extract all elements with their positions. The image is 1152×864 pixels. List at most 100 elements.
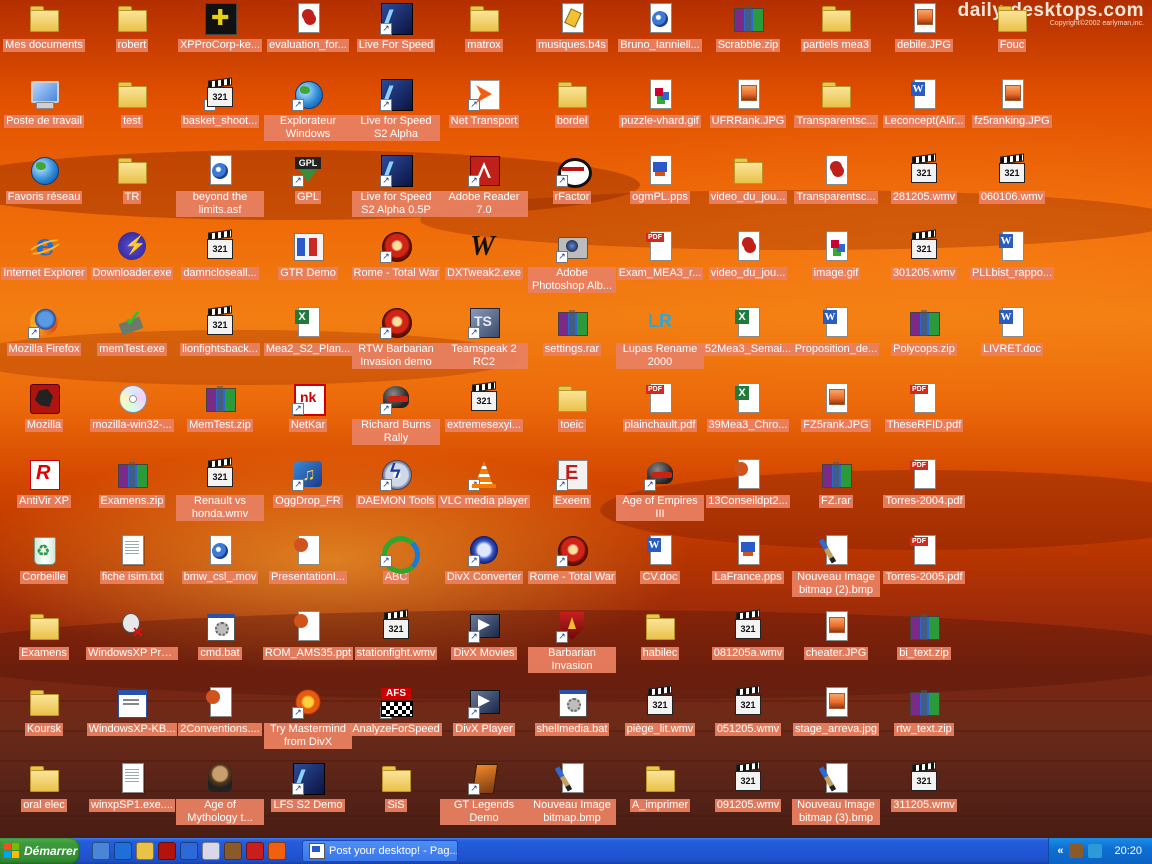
desktop-icon[interactable]: Scrabble.zip: [704, 0, 792, 72]
desktop-icon[interactable]: toeic: [528, 380, 616, 452]
desktop-icon[interactable]: LIVRET.doc: [968, 304, 1056, 376]
desktop-icon[interactable]: Examens: [0, 608, 88, 680]
desktop-icon[interactable]: Exam_MEA3_r...: [616, 228, 704, 300]
quick-launch-desktop-icon[interactable]: [92, 842, 110, 860]
desktop-icon[interactable]: Renault vs honda.wmv: [176, 456, 264, 528]
quick-launch-media-player-icon[interactable]: [180, 842, 198, 860]
desktop-icon[interactable]: piège_lit.wmv: [616, 684, 704, 756]
desktop-icon[interactable]: Examens.zip: [88, 456, 176, 528]
desktop-icon[interactable]: debile.JPG: [880, 0, 968, 72]
desktop-icon[interactable]: DXTweak2.exe: [440, 228, 528, 300]
desktop-icon[interactable]: Corbeille: [0, 532, 88, 604]
desktop-icon[interactable]: fz5ranking.JPG: [968, 76, 1056, 148]
desktop-icon[interactable]: damncloseall...: [176, 228, 264, 300]
desktop-icon[interactable]: Lupas Rename 2000: [616, 304, 704, 376]
desktop-icon[interactable]: 13Conseildpt2...: [704, 456, 792, 528]
desktop-icon[interactable]: Mozilla: [0, 380, 88, 452]
desktop-icon[interactable]: extremesexyi...: [440, 380, 528, 452]
desktop-icon[interactable]: ↗ DAEMON Tools: [352, 456, 440, 528]
desktop-icon[interactable]: Koursk: [0, 684, 88, 756]
desktop-icon[interactable]: ↗ Live For Speed: [352, 0, 440, 72]
desktop-icon[interactable]: ↗ Rome - Total War: [351, 228, 441, 300]
desktop-icon[interactable]: ROM_AMS35.ppt: [262, 608, 354, 680]
desktop-icon[interactable]: WindowsXP Product K...: [86, 608, 178, 680]
desktop-icon[interactable]: ↗ Teamspeak 2 RC2: [440, 304, 528, 376]
desktop-icon[interactable]: 39Mea3_Chro...: [704, 380, 792, 452]
desktop-icon[interactable]: PresentationI...: [264, 532, 352, 604]
desktop-icon[interactable]: ↗ ABC: [352, 532, 440, 604]
desktop-icon[interactable]: Mea2_S2_Plan...: [263, 304, 353, 376]
desktop-icon[interactable]: ↗ Mozilla Firefox: [0, 304, 88, 376]
desktop-icon[interactable]: ↗ Age of Empires III: [616, 456, 704, 528]
desktop-icon[interactable]: plainchault.pdf: [616, 380, 704, 452]
clock[interactable]: 20:20: [1108, 845, 1142, 857]
desktop-icon[interactable]: oral elec: [0, 760, 88, 832]
desktop-icon[interactable]: ↗ LFS S2 Demo: [264, 760, 352, 832]
desktop-icon[interactable]: bmw_csl_.mov: [176, 532, 264, 604]
desktop-icon[interactable]: Fouc: [968, 0, 1056, 72]
desktop-icon[interactable]: TheseRFID.pdf: [880, 380, 968, 452]
desktop-icon[interactable]: ↗ Adobe Photoshop Alb...: [528, 228, 616, 300]
tray-expand-button[interactable]: «: [1057, 845, 1063, 857]
desktop-icon[interactable]: 060106.wmv: [968, 152, 1056, 224]
desktop-icon[interactable]: ↗ DivX Converter: [440, 532, 528, 604]
desktop-icon[interactable]: ↗ Live for Speed S2 Alpha 0.5P: [352, 152, 440, 224]
desktop-icon[interactable]: Transparentsc...: [792, 152, 880, 224]
desktop-icon[interactable]: cmd.bat: [176, 608, 264, 680]
desktop-icon[interactable]: musiques.b4s: [528, 0, 616, 72]
desktop-icon[interactable]: video_du_jou...: [704, 152, 792, 224]
desktop-icon[interactable]: ↗ VLC media player: [438, 456, 530, 528]
desktop-icon[interactable]: ↗ OggDrop_FR: [264, 456, 352, 528]
desktop-icon[interactable]: video_du_jou...: [704, 228, 792, 300]
desktop-icon[interactable]: ↗ Rome - Total War: [527, 532, 617, 604]
desktop-icon[interactable]: CV.doc: [616, 532, 704, 604]
desktop-icon[interactable]: settings.rar: [528, 304, 616, 376]
desktop-icon[interactable]: ↗ Richard Burns Rally: [352, 380, 440, 452]
desktop-icon[interactable]: mozilla-win32-...: [88, 380, 176, 452]
desktop-icon[interactable]: ↗ DivX Movies: [440, 608, 528, 680]
task-button-browser[interactable]: Post your desktop! - Pag...: [302, 840, 458, 862]
desktop-icon[interactable]: 051205.wmv: [704, 684, 792, 756]
desktop-icon[interactable]: ↗ rFactor: [528, 152, 616, 224]
quick-launch-disc-icon[interactable]: [202, 842, 220, 860]
desktop-icon[interactable]: WindowsXP-KB...: [86, 684, 178, 756]
desktop-icon[interactable]: A_imprimer: [616, 760, 704, 832]
desktop-icon[interactable]: ↗ AnalyzeForSpeed: [350, 684, 442, 756]
desktop-icon[interactable]: ↗ NetKar: [264, 380, 352, 452]
desktop-icon[interactable]: FZ5rank.JPG: [792, 380, 880, 452]
desktop-icon[interactable]: Nouveau Image bitmap (2).bmp: [792, 532, 880, 604]
start-button[interactable]: Démarrer: [0, 838, 80, 864]
desktop-icon[interactable]: Favoris réseau: [0, 152, 88, 224]
desktop-icon[interactable]: 52Mea3_Semai...: [702, 304, 794, 376]
quick-launch-warrior-icon[interactable]: [224, 842, 242, 860]
desktop-icon[interactable]: XPProCorp-ke...: [176, 0, 264, 72]
desktop-icon[interactable]: Downloader.exe: [88, 228, 176, 300]
desktop-icon[interactable]: 081205a.wmv: [704, 608, 792, 680]
desktop-icon[interactable]: ↗ basket_shoot...: [176, 76, 264, 148]
desktop-icon[interactable]: test: [88, 76, 176, 148]
desktop-icon[interactable]: robert: [88, 0, 176, 72]
quick-launch-net-transport-icon[interactable]: [268, 842, 286, 860]
desktop-icon[interactable]: beyond the limits.asf: [176, 152, 264, 224]
desktop-icon[interactable]: ↗ Exeem: [528, 456, 616, 528]
desktop-icon[interactable]: FZ.rar: [792, 456, 880, 528]
desktop-icon[interactable]: bordel: [528, 76, 616, 148]
quick-launch-folder-icon[interactable]: [136, 842, 154, 860]
desktop-icon[interactable]: Internet Explorer: [0, 228, 88, 300]
desktop-icon[interactable]: Poste de travail: [0, 76, 88, 148]
desktop-icon[interactable]: matrox: [440, 0, 528, 72]
desktop-icon[interactable]: fiche isim.txt: [88, 532, 176, 604]
desktop-icon[interactable]: image.gif: [792, 228, 880, 300]
desktop-icon[interactable]: stationfight.wmv: [352, 608, 440, 680]
desktop-icon[interactable]: Age of Mythology t...: [176, 760, 264, 832]
tray-warrior-icon[interactable]: [1069, 844, 1084, 858]
desktop-icon[interactable]: SiS: [352, 760, 440, 832]
desktop-icon[interactable]: ↗ GPL: [264, 152, 352, 224]
desktop-icon[interactable]: ↗ Net Transport: [440, 76, 528, 148]
desktop-icon[interactable]: habilec: [616, 608, 704, 680]
desktop-icon[interactable]: ↗ Explorateur Windows: [264, 76, 352, 148]
desktop-icon[interactable]: ↗ GT Legends Demo: [440, 760, 528, 832]
desktop-icon[interactable]: UFRRank.JPG: [704, 76, 792, 148]
quick-launch-mozilla-icon[interactable]: [158, 842, 176, 860]
desktop-icon[interactable]: winxpSP1.exe....: [88, 760, 176, 832]
